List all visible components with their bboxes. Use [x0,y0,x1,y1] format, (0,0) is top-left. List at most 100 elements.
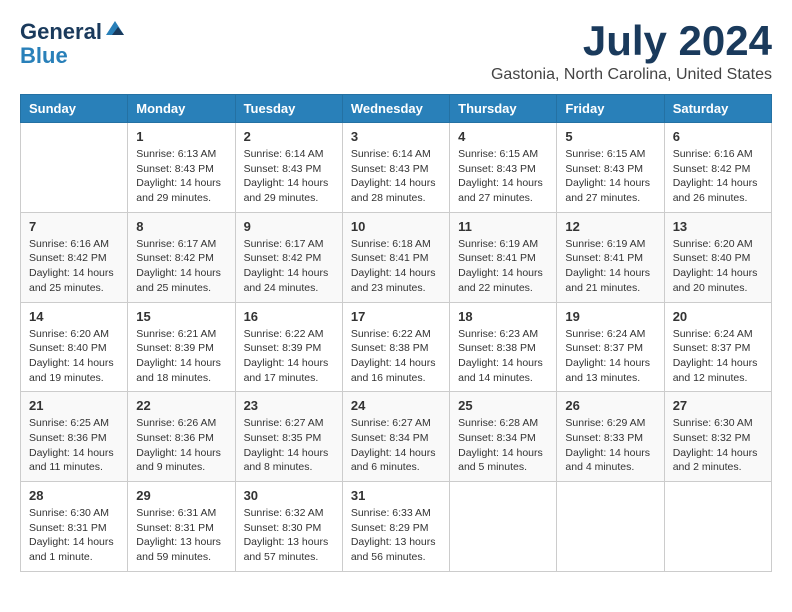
calendar-cell: 20 Sunrise: 6:24 AMSunset: 8:37 PMDayligh… [664,302,771,392]
calendar-cell: 1 Sunrise: 6:13 AMSunset: 8:43 PMDaylight… [128,123,235,213]
calendar-cell: 11 Sunrise: 6:19 AMSunset: 8:41 PMDayligh… [450,212,557,302]
week-row-4: 28Sunrise: 6:30 AMSunset: 8:31 PMDayligh… [21,482,772,572]
logo-icon [104,17,126,39]
day-info: Sunrise: 6:23 AMSunset: 8:38 PMDaylight:… [458,327,548,386]
calendar-cell: 12Sunrise: 6:19 AMSunset: 8:41 PMDayligh… [557,212,664,302]
calendar-cell [450,482,557,572]
day-info: Sunrise: 6:28 AMSunset: 8:34 PMDaylight:… [458,416,548,475]
day-number: 3 [351,129,441,144]
calendar-cell: 22Sunrise: 6:26 AMSunset: 8:36 PMDayligh… [128,392,235,482]
header: General Blue July 2024 Gastonia, North C… [20,20,772,84]
day-number: 28 [29,488,119,503]
title-section: July 2024 Gastonia, North Carolina, Unit… [491,20,772,84]
day-number: 24 [351,398,441,413]
calendar-cell [557,482,664,572]
calendar-cell: 15 Sunrise: 6:21 AMSunset: 8:39 PMDayligh… [128,302,235,392]
day-info: Sunrise: 6:16 AMSunset: 8:42 PMDaylight:… [29,237,119,296]
day-info: Sunrise: 6:20 AMSunset: 8:40 PMDaylight:… [29,327,119,386]
header-saturday: Saturday [664,95,771,123]
day-number: 8 [136,219,226,234]
day-number: 29 [136,488,226,503]
day-number: 30 [244,488,334,503]
day-number: 25 [458,398,548,413]
calendar-cell: 16 Sunrise: 6:22 AMSunset: 8:39 PMDayligh… [235,302,342,392]
day-number: 20 [673,309,763,324]
day-info: Sunrise: 6:17 AMSunset: 8:42 PMDaylight:… [136,237,226,296]
day-info: Sunrise: 6:21 AMSunset: 8:39 PMDaylight:… [136,327,226,386]
calendar-cell: 19 Sunrise: 6:24 AMSunset: 8:37 PMDayligh… [557,302,664,392]
header-thursday: Thursday [450,95,557,123]
calendar-cell: 10 Sunrise: 6:18 AMSunset: 8:41 PMDayligh… [342,212,449,302]
calendar-cell: 5 Sunrise: 6:15 AMSunset: 8:43 PMDaylight… [557,123,664,213]
day-number: 17 [351,309,441,324]
day-number: 27 [673,398,763,413]
day-info: Sunrise: 6:27 AMSunset: 8:35 PMDaylight:… [244,416,334,475]
day-info: Sunrise: 6:14 AMSunset: 8:43 PMDaylight:… [244,147,334,206]
day-info: Sunrise: 6:29 AMSunset: 8:33 PMDaylight:… [565,416,655,475]
day-number: 4 [458,129,548,144]
header-wednesday: Wednesday [342,95,449,123]
calendar-cell: 17 Sunrise: 6:22 AMSunset: 8:38 PMDayligh… [342,302,449,392]
calendar-cell: 4Sunrise: 6:15 AMSunset: 8:43 PMDaylight… [450,123,557,213]
week-row-2: 14 Sunrise: 6:20 AMSunset: 8:40 PMDayligh… [21,302,772,392]
calendar-cell: 24Sunrise: 6:27 AMSunset: 8:34 PMDayligh… [342,392,449,482]
calendar-cell: 2 Sunrise: 6:14 AMSunset: 8:43 PMDaylight… [235,123,342,213]
calendar-table: SundayMondayTuesdayWednesdayThursdayFrid… [20,94,772,572]
calendar-header-row: SundayMondayTuesdayWednesdayThursdayFrid… [21,95,772,123]
logo-text-blue: Blue [20,44,126,68]
calendar-cell: 3 Sunrise: 6:14 AMSunset: 8:43 PMDaylight… [342,123,449,213]
calendar-cell: 31Sunrise: 6:33 AMSunset: 8:29 PMDayligh… [342,482,449,572]
header-tuesday: Tuesday [235,95,342,123]
day-info: Sunrise: 6:22 AMSunset: 8:39 PMDaylight:… [244,327,334,386]
calendar-cell: 23 Sunrise: 6:27 AMSunset: 8:35 PMDayligh… [235,392,342,482]
week-row-0: 1 Sunrise: 6:13 AMSunset: 8:43 PMDaylight… [21,123,772,213]
calendar-cell: 28Sunrise: 6:30 AMSunset: 8:31 PMDayligh… [21,482,128,572]
day-number: 23 [244,398,334,413]
day-number: 11 [458,219,548,234]
day-number: 22 [136,398,226,413]
day-info: Sunrise: 6:24 AMSunset: 8:37 PMDaylight:… [673,327,763,386]
day-info: Sunrise: 6:24 AMSunset: 8:37 PMDaylight:… [565,327,655,386]
calendar-cell: 25 Sunrise: 6:28 AMSunset: 8:34 PMDayligh… [450,392,557,482]
calendar-cell [664,482,771,572]
day-number: 26 [565,398,655,413]
day-info: Sunrise: 6:13 AMSunset: 8:43 PMDaylight:… [136,147,226,206]
location-title: Gastonia, North Carolina, United States [491,66,772,84]
day-number: 5 [565,129,655,144]
calendar-cell: 21 Sunrise: 6:25 AMSunset: 8:36 PMDayligh… [21,392,128,482]
day-info: Sunrise: 6:31 AMSunset: 8:31 PMDaylight:… [136,506,226,565]
calendar-cell: 13Sunrise: 6:20 AMSunset: 8:40 PMDayligh… [664,212,771,302]
calendar-cell [21,123,128,213]
header-sunday: Sunday [21,95,128,123]
day-info: Sunrise: 6:18 AMSunset: 8:41 PMDaylight:… [351,237,441,296]
day-number: 1 [136,129,226,144]
week-row-3: 21 Sunrise: 6:25 AMSunset: 8:36 PMDayligh… [21,392,772,482]
day-info: Sunrise: 6:16 AMSunset: 8:42 PMDaylight:… [673,147,763,206]
day-number: 10 [351,219,441,234]
calendar-cell: 26 Sunrise: 6:29 AMSunset: 8:33 PMDayligh… [557,392,664,482]
day-info: Sunrise: 6:19 AMSunset: 8:41 PMDaylight:… [458,237,548,296]
day-info: Sunrise: 6:14 AMSunset: 8:43 PMDaylight:… [351,147,441,206]
day-info: Sunrise: 6:22 AMSunset: 8:38 PMDaylight:… [351,327,441,386]
day-info: Sunrise: 6:19 AMSunset: 8:41 PMDaylight:… [565,237,655,296]
day-number: 2 [244,129,334,144]
day-number: 7 [29,219,119,234]
day-number: 13 [673,219,763,234]
day-number: 31 [351,488,441,503]
day-info: Sunrise: 6:25 AMSunset: 8:36 PMDaylight:… [29,416,119,475]
day-info: Sunrise: 6:15 AMSunset: 8:43 PMDaylight:… [565,147,655,206]
day-number: 16 [244,309,334,324]
calendar-cell: 9Sunrise: 6:17 AMSunset: 8:42 PMDaylight… [235,212,342,302]
calendar-cell: 14 Sunrise: 6:20 AMSunset: 8:40 PMDayligh… [21,302,128,392]
day-number: 21 [29,398,119,413]
day-number: 6 [673,129,763,144]
header-friday: Friday [557,95,664,123]
day-number: 14 [29,309,119,324]
calendar-cell: 29 Sunrise: 6:31 AMSunset: 8:31 PMDayligh… [128,482,235,572]
calendar-cell: 27Sunrise: 6:30 AMSunset: 8:32 PMDayligh… [664,392,771,482]
logo-text-general: General [20,20,102,44]
calendar-cell: 30Sunrise: 6:32 AMSunset: 8:30 PMDayligh… [235,482,342,572]
day-number: 19 [565,309,655,324]
day-number: 9 [244,219,334,234]
day-number: 15 [136,309,226,324]
